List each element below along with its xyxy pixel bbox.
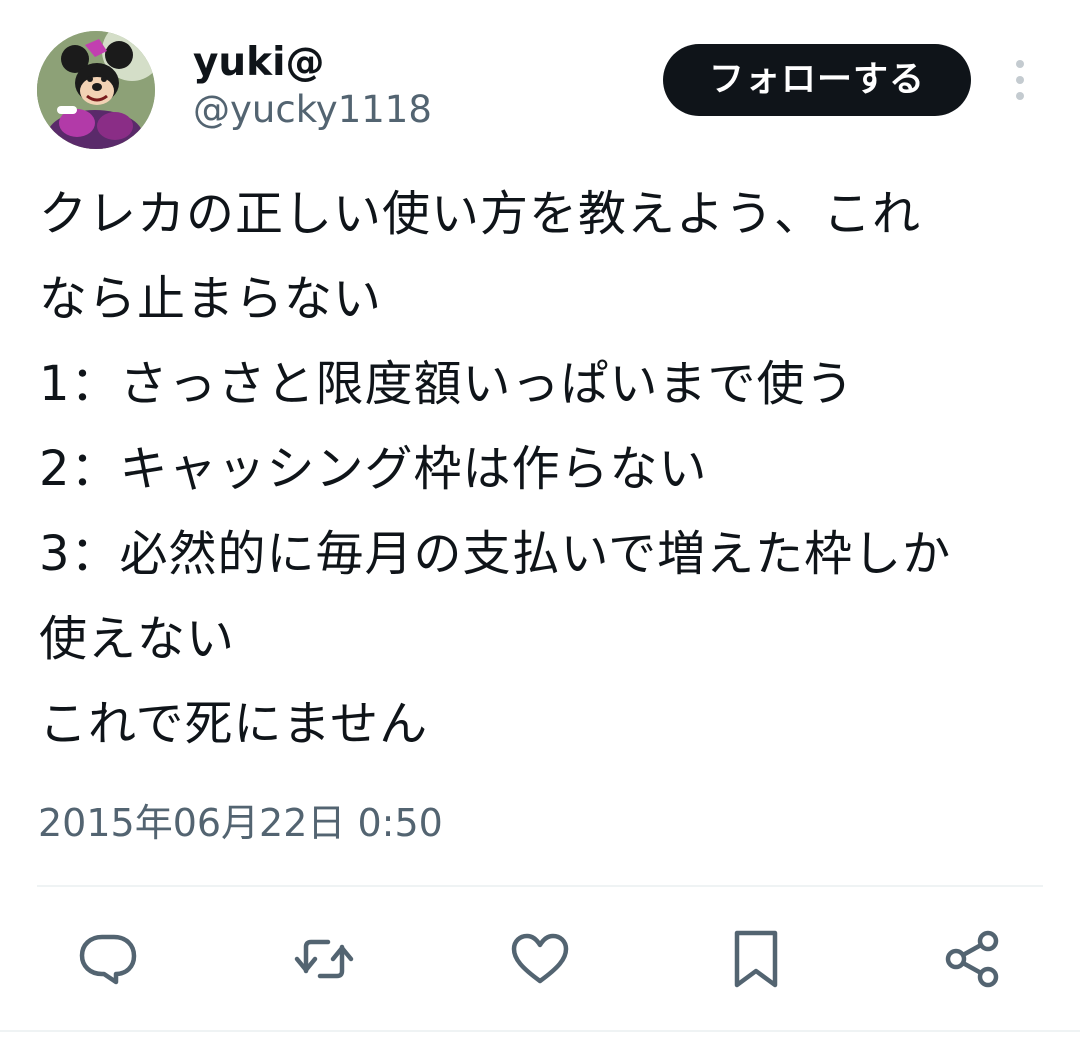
tweet-line: 3：必然的に毎月の支払いで増えた枠しか bbox=[39, 526, 952, 582]
bottom-divider bbox=[0, 1030, 1080, 1032]
reply-button[interactable] bbox=[76, 927, 140, 991]
tweet-line: クレカの正しい使い方を教えよう、これ bbox=[39, 186, 922, 242]
tweet-header: yuki@ @yucky1118 フォローする bbox=[0, 0, 1080, 160]
heart-icon bbox=[511, 933, 569, 984]
tweet-line: なら止まらない bbox=[39, 271, 383, 327]
tweet-line: これで死にません bbox=[39, 696, 429, 752]
avatar[interactable] bbox=[37, 31, 155, 149]
reply-icon bbox=[79, 934, 137, 985]
like-button[interactable] bbox=[508, 927, 572, 991]
share-button[interactable] bbox=[940, 927, 1004, 991]
retweet-icon bbox=[294, 939, 354, 979]
share-icon bbox=[945, 930, 999, 988]
avatar-image bbox=[37, 31, 155, 149]
divider bbox=[37, 885, 1043, 887]
more-options-button[interactable] bbox=[1000, 56, 1040, 104]
follow-button[interactable]: フォローする bbox=[663, 44, 971, 116]
display-name[interactable]: yuki@ bbox=[193, 38, 432, 88]
tweet-line: 2：キャッシング枠は作らない bbox=[39, 441, 708, 497]
bookmark-icon bbox=[734, 930, 778, 988]
user-block[interactable]: yuki@ @yucky1118 bbox=[193, 38, 432, 134]
user-handle[interactable]: @yucky1118 bbox=[193, 86, 432, 134]
tweet-text: クレカの正しい使い方を教えよう、これ なら止まらない 1：さっさと限度額いっぱい… bbox=[39, 172, 1049, 767]
bookmark-button[interactable] bbox=[724, 927, 788, 991]
tweet-line: 使えない bbox=[39, 611, 236, 667]
tweet-line: 1：さっさと限度額いっぱいまで使う bbox=[39, 356, 855, 412]
retweet-button[interactable] bbox=[292, 927, 356, 991]
more-vertical-icon bbox=[1016, 60, 1024, 100]
tweet-timestamp[interactable]: 2015年06月22日 0:50 bbox=[38, 795, 443, 851]
